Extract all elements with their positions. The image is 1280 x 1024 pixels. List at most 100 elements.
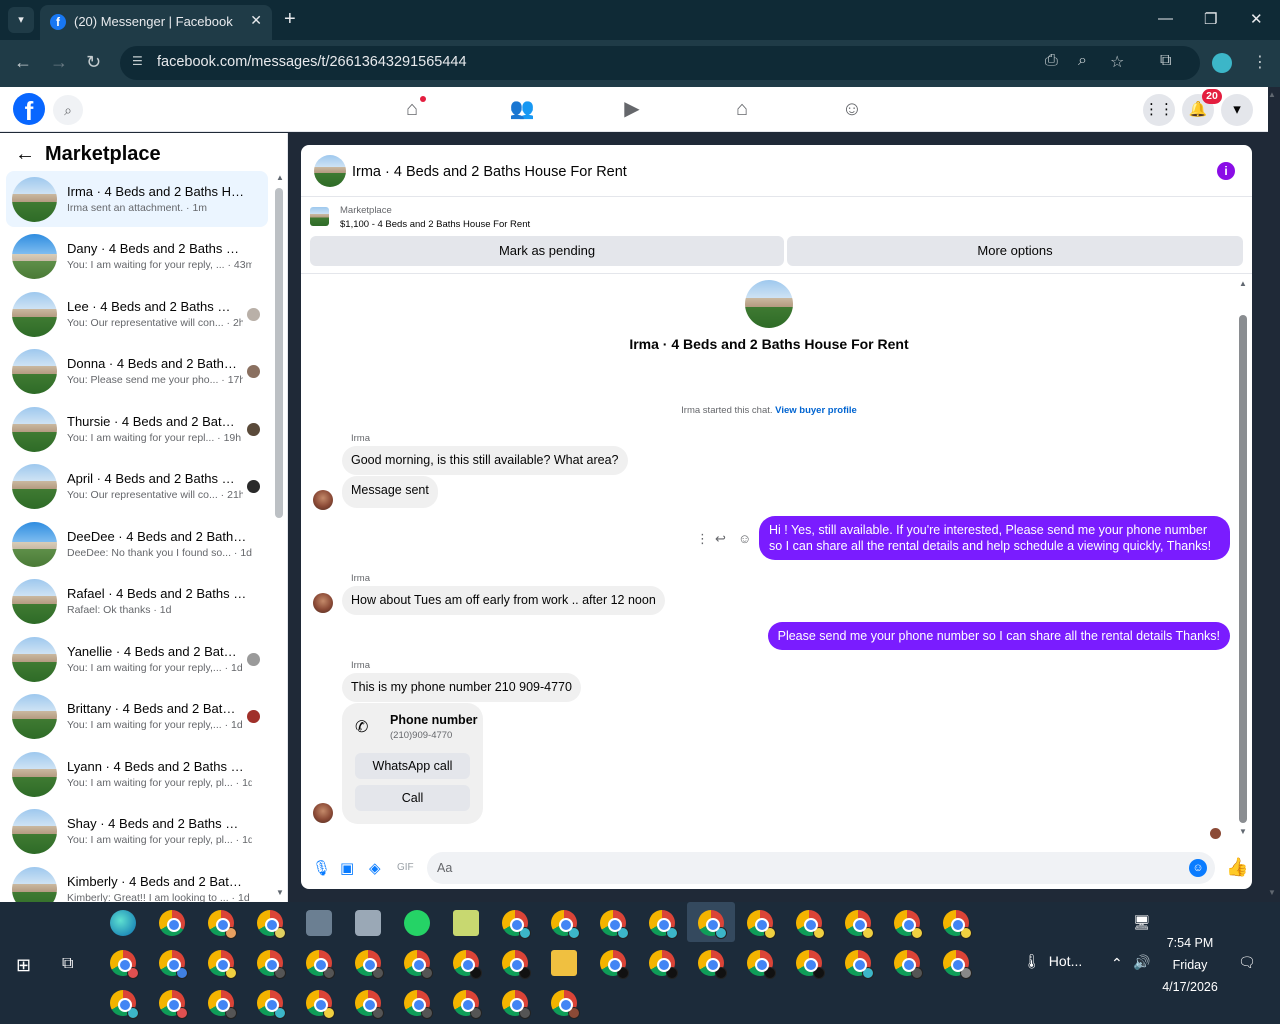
chrome-profile-icon[interactable] [502, 990, 531, 1019]
search-icon[interactable]: ⌕ [53, 95, 83, 125]
forward-icon[interactable]: → [50, 52, 68, 73]
menu-grid-icon[interactable]: ⋮⋮ [1143, 94, 1175, 126]
chrome-profile-icon[interactable] [649, 910, 678, 939]
conversation-item[interactable]: Yanellie · 4 Beds and 2 Baths House For … [6, 631, 268, 687]
incoming-message[interactable]: This is my phone number 210 909-4770 [342, 673, 581, 702]
scroll-up-icon[interactable]: ▲ [276, 173, 284, 182]
chrome-profile-icon[interactable] [208, 990, 237, 1019]
sender-avatar[interactable] [313, 490, 333, 510]
chrome-profile-icon[interactable] [845, 950, 874, 979]
show-hidden-icons-chevron-up-icon[interactable]: ⌃ [1111, 955, 1123, 972]
chrome-profile-icon[interactable] [551, 910, 580, 939]
chrome-profile-icon[interactable] [747, 950, 776, 979]
chrome-profile-icon[interactable] [208, 950, 237, 979]
scroll-down-icon[interactable]: ▼ [276, 888, 284, 897]
conversation-item[interactable]: April · 4 Beds and 2 Baths House For Ren… [6, 458, 268, 514]
site-info-icon[interactable]: ☰ [132, 54, 150, 72]
incoming-message[interactable]: How about Tues am off early from work ..… [342, 586, 665, 615]
weather-widget[interactable]: 🌡 Hot... [1023, 953, 1082, 970]
file-explorer-icon[interactable] [551, 950, 577, 976]
tab-search-button[interactable]: ▾ [8, 7, 34, 33]
notification-center-icon[interactable]: 🗨 [1238, 954, 1256, 971]
chrome-profile-icon[interactable] [502, 950, 531, 979]
chrome-profile-icon[interactable] [943, 950, 972, 979]
window-close-button[interactable]: ✕ [1250, 10, 1263, 28]
conversation-item[interactable]: Irma · 4 Beds and 2 Baths House For Rent… [6, 171, 268, 227]
browser-tab[interactable]: f (20) Messenger | Facebook ✕ [40, 5, 272, 40]
back-icon[interactable]: ← [14, 52, 32, 73]
volume-icon[interactable]: 🔊 [1133, 954, 1150, 971]
sender-avatar[interactable] [313, 593, 333, 613]
facebook-logo[interactable]: f [13, 93, 45, 126]
chrome-profile-icon[interactable] [404, 950, 433, 979]
chat-scrollbar[interactable] [1239, 315, 1247, 823]
reply-icon[interactable]: ↩ [715, 531, 726, 547]
reload-icon[interactable]: ↻ [86, 52, 101, 73]
conversation-item[interactable]: Donna · 4 Beds and 2 Baths House For Ren… [6, 343, 268, 399]
install-app-icon[interactable]: ⎙ [1045, 52, 1058, 70]
chrome-profile-icon[interactable] [502, 910, 531, 939]
chrome-profile-icon[interactable] [208, 910, 237, 939]
conversation-item[interactable]: DeeDee · 4 Beds and 2 Baths House For Re… [6, 516, 268, 572]
conversation-item[interactable]: Brittany · 4 Beds and 2 Baths House For … [6, 688, 268, 744]
profile-avatar[interactable] [1212, 53, 1232, 73]
chrome-profile-icon[interactable] [943, 910, 972, 939]
address-bar[interactable]: ☰ facebook.com/messages/t/26613643291565… [120, 46, 1200, 80]
conversation-item[interactable]: Rafael · 4 Beds and 2 Baths House For Re… [6, 573, 268, 629]
gif-icon[interactable]: GIF [397, 862, 414, 873]
extensions-icon[interactable]: ⧉ [1160, 52, 1171, 70]
outgoing-message[interactable]: Hi ! Yes, still available. If you're int… [759, 516, 1230, 560]
emoji-icon[interactable]: ☺ [1189, 859, 1207, 877]
chrome-profile-icon[interactable] [600, 950, 629, 979]
network-icon[interactable]: 🖥 [1133, 914, 1151, 931]
info-icon[interactable]: i [1217, 162, 1235, 180]
call-button[interactable]: Call [355, 785, 470, 811]
chrome-profile-icon[interactable] [698, 950, 727, 979]
chrome-profile-icon[interactable] [110, 950, 139, 979]
outgoing-message[interactable]: Please send me your phone number so I ca… [767, 622, 1230, 650]
chrome-profile-icon[interactable] [110, 990, 139, 1019]
incoming-message[interactable]: Message sent [342, 476, 438, 508]
app-icon[interactable] [306, 910, 332, 936]
minimize-button[interactable]: — [1158, 10, 1173, 27]
whatsapp-icon[interactable] [404, 910, 430, 936]
friends-icon[interactable]: 👥 [509, 96, 535, 122]
chrome-profile-icon[interactable] [257, 910, 286, 939]
windows-start-icon[interactable]: ⊞ [16, 955, 31, 976]
chrome-profile-icon[interactable] [453, 950, 482, 979]
conversation-item[interactable]: Shay · 4 Beds and 2 Baths House For Rent… [6, 803, 268, 859]
edge-icon[interactable] [110, 910, 136, 936]
chrome-profile-icon[interactable] [355, 990, 384, 1019]
chrome-profile-icon[interactable] [894, 910, 923, 939]
new-tab-button[interactable]: + [284, 8, 296, 31]
chrome-profile-icon[interactable] [257, 990, 286, 1019]
chat-scroll-down-icon[interactable]: ▼ [1239, 827, 1247, 836]
conversation-item[interactable]: Lyann · 4 Beds and 2 Baths House For Ren… [6, 746, 268, 802]
video-icon[interactable]: ▶ [619, 96, 645, 122]
like-thumb-icon[interactable]: 👍 [1226, 857, 1248, 878]
more-actions-icon[interactable]: ⋮ [696, 531, 709, 547]
chat-title[interactable]: Irma · 4 Beds and 2 Baths House For Rent [352, 164, 627, 180]
task-view-icon[interactable]: ⧉ [62, 955, 73, 973]
chrome-profile-icon[interactable] [796, 950, 825, 979]
conversation-list-scrollbar[interactable] [275, 188, 283, 518]
groups-icon[interactable]: ☺ [839, 96, 865, 122]
account-chevron-down-icon[interactable]: ▾ [1221, 94, 1253, 126]
attach-photo-icon[interactable]: ▣ [340, 859, 354, 877]
sticker-icon[interactable]: ◈ [369, 859, 381, 877]
page-scroll-down-icon[interactable]: ▼ [1268, 888, 1276, 897]
whatsapp-call-button[interactable]: WhatsApp call [355, 753, 470, 779]
chrome-profile-icon[interactable] [698, 910, 727, 939]
bookmark-star-icon[interactable]: ☆ [1110, 52, 1124, 72]
chrome-profile-icon[interactable] [257, 950, 286, 979]
chrome-profile-icon[interactable] [796, 910, 825, 939]
message-input[interactable]: Aa ☺ [427, 852, 1215, 884]
chrome-profile-icon[interactable] [551, 990, 580, 1019]
chrome-profile-icon[interactable] [453, 990, 482, 1019]
listing-mini-thumbnail[interactable] [310, 207, 329, 226]
chrome-profile-icon[interactable] [159, 990, 188, 1019]
system-clock[interactable]: 7:54 PM Friday 4/17/2026 [1155, 932, 1225, 998]
chrome-profile-icon[interactable] [404, 990, 433, 1019]
chrome-profile-icon[interactable] [894, 950, 923, 979]
incoming-message[interactable]: Good morning, is this still available? W… [342, 446, 628, 475]
